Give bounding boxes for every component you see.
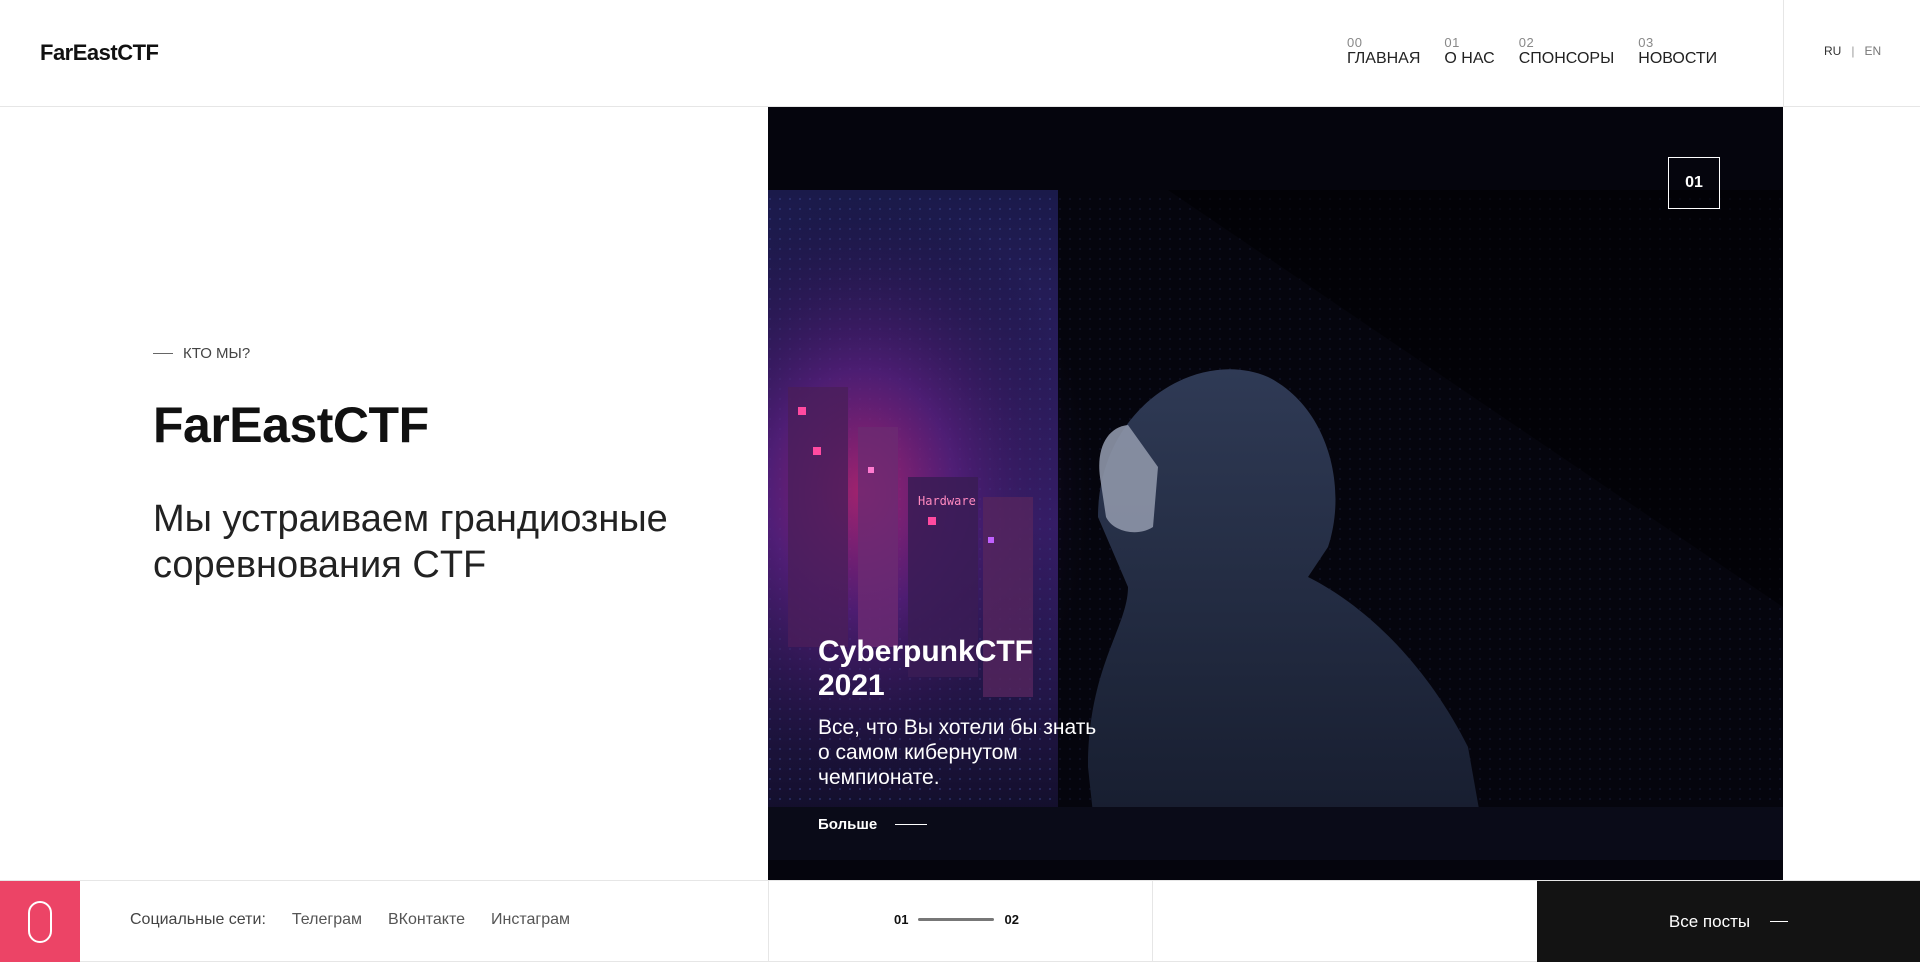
nav-item-label: НОВОСТИ [1638,50,1718,67]
nav-item-number: 02 [1518,35,1535,50]
hero-content: CyberpunkCTF 2021 Все, что Вы хотели бы … [818,635,1098,833]
intro-section: КТО МЫ? FarEastCTF Мы устраиваем грандио… [153,345,713,588]
social-link-vkontakte[interactable]: ВКонтакте [388,911,465,929]
more-label: Больше [818,816,878,833]
pager-track[interactable] [918,918,995,921]
nav-item-number: 00 [1347,35,1363,50]
lang-en-link[interactable]: EN [1864,44,1881,58]
lang-ru-link[interactable]: RU [1824,44,1841,58]
nav-item-label: ГЛАВНАЯ [1347,50,1421,67]
language-switcher: RU | EN [1824,44,1881,58]
nav-item-label: СПОНСОРЫ [1518,50,1615,67]
site-logo[interactable]: FarEastCTF [40,40,159,66]
social-link-telegram[interactable]: Телеграм [292,911,362,929]
hero-description: Все, что Вы хотели бы знать о самом кибе… [818,716,1097,789]
arrow-line-icon [1770,921,1789,922]
lang-separator: | [1851,44,1855,58]
hero-sign-text: Hardware [918,494,976,508]
nav-item-number: 01 [1444,35,1460,50]
nav-item-home[interactable]: 00 ГЛАВНАЯ [1347,36,1420,69]
social-link-instagram[interactable]: Инстаграм [491,911,570,929]
kicker-text: КТО МЫ? [183,345,251,362]
footer-divider [1152,881,1153,962]
header-divider [1783,0,1784,107]
kicker-dash [153,353,173,354]
footer-divider [768,881,769,962]
hero-title: CyberpunkCTF 2021 [818,635,1034,702]
social-label: Социальные сети: [130,911,266,928]
nav-item-number: 03 [1638,35,1654,50]
more-arrow-line [895,824,928,825]
scroll-indicator[interactable] [0,881,80,962]
nav-item-about[interactable]: 01 О НАС [1444,36,1494,69]
nav-item-sponsors[interactable]: 02 СПОНСОРЫ [1519,36,1615,69]
hero-slide[interactable]: Hardware 01 CyberpunkCTF 2021 Все, что В… [768,107,1783,880]
footer-bar: Социальные сети: Телеграм ВКонтакте Инст… [0,880,1920,962]
slider-pager: 01 02 [894,912,1019,927]
intro-title: FarEastCTF [153,397,429,453]
all-posts-button[interactable]: Все посты [1537,881,1920,962]
nav-item-news[interactable]: 03 НОВОСТИ [1638,36,1717,69]
intro-text: Мы устраиваем грандиозные соревнования C… [153,498,668,586]
all-posts-label: Все посты [1668,911,1751,931]
main-nav: 00 ГЛАВНАЯ 01 О НАС 02 СПОНСОРЫ 03 НОВОС… [1347,36,1717,69]
pager-total[interactable]: 02 [1004,912,1018,927]
slide-number: 01 [1668,157,1720,209]
pager-current[interactable]: 01 [894,912,908,927]
social-links: Социальные сети: Телеграм ВКонтакте Инст… [130,911,570,929]
nav-item-label: О НАС [1444,50,1495,67]
site-header: FarEastCTF 00 ГЛАВНАЯ 01 О НАС 02 СПОНСО… [0,0,1920,107]
mouse-icon [28,900,52,943]
hero-more-link[interactable]: Больше [818,816,1098,833]
intro-kicker: КТО МЫ? [153,345,713,362]
